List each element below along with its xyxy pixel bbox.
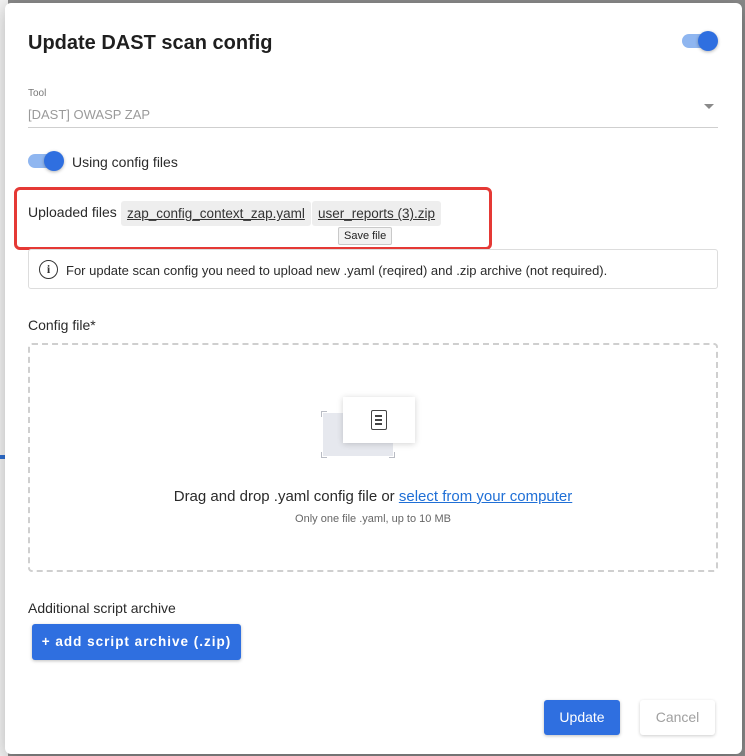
update-button[interactable]: Update [544,700,620,735]
dropzone-instructions: Drag and drop .yaml config file or selec… [30,488,716,505]
cancel-button[interactable]: Cancel [640,700,715,735]
config-files-label: Using config files [72,154,178,170]
tool-underline [28,127,718,128]
toggle-knob [698,31,718,51]
dialog-title: Update DAST scan config [28,32,273,54]
archive-label: Additional script archive [28,600,176,616]
update-config-dialog: Update DAST scan config Tool [DAST] OWAS… [5,3,742,754]
chevron-down-icon[interactable] [704,104,714,109]
uploaded-files-label: Uploaded files [28,204,117,220]
toggle-knob [44,151,64,171]
add-script-archive-button[interactable]: + add script archive (.zip) [32,624,241,660]
config-files-toggle[interactable] [28,151,64,171]
config-file-label: Config file* [28,317,96,333]
tool-label: Tool [28,88,47,99]
tool-select[interactable]: [DAST] OWASP ZAP [28,107,150,122]
info-icon: i [39,260,58,279]
info-banner: i For update scan config you need to upl… [28,249,718,289]
header-toggle[interactable] [682,31,718,51]
uploaded-file-zip[interactable]: user_reports (3).zip [312,201,442,226]
info-text: For update scan config you need to uploa… [66,263,608,278]
save-file-tooltip: Save file [338,227,393,245]
select-file-link[interactable]: select from your computer [399,488,572,505]
config-file-dropzone[interactable]: Drag and drop .yaml config file or selec… [28,343,718,572]
document-icon [371,410,387,430]
dropzone-illustration-card [343,397,415,443]
dropzone-text: Drag and drop .yaml config file or [173,488,395,505]
dropzone-hint: Only one file .yaml, up to 10 MB [295,513,451,525]
uploaded-file-yaml[interactable]: zap_config_context_zap.yaml [121,201,311,226]
